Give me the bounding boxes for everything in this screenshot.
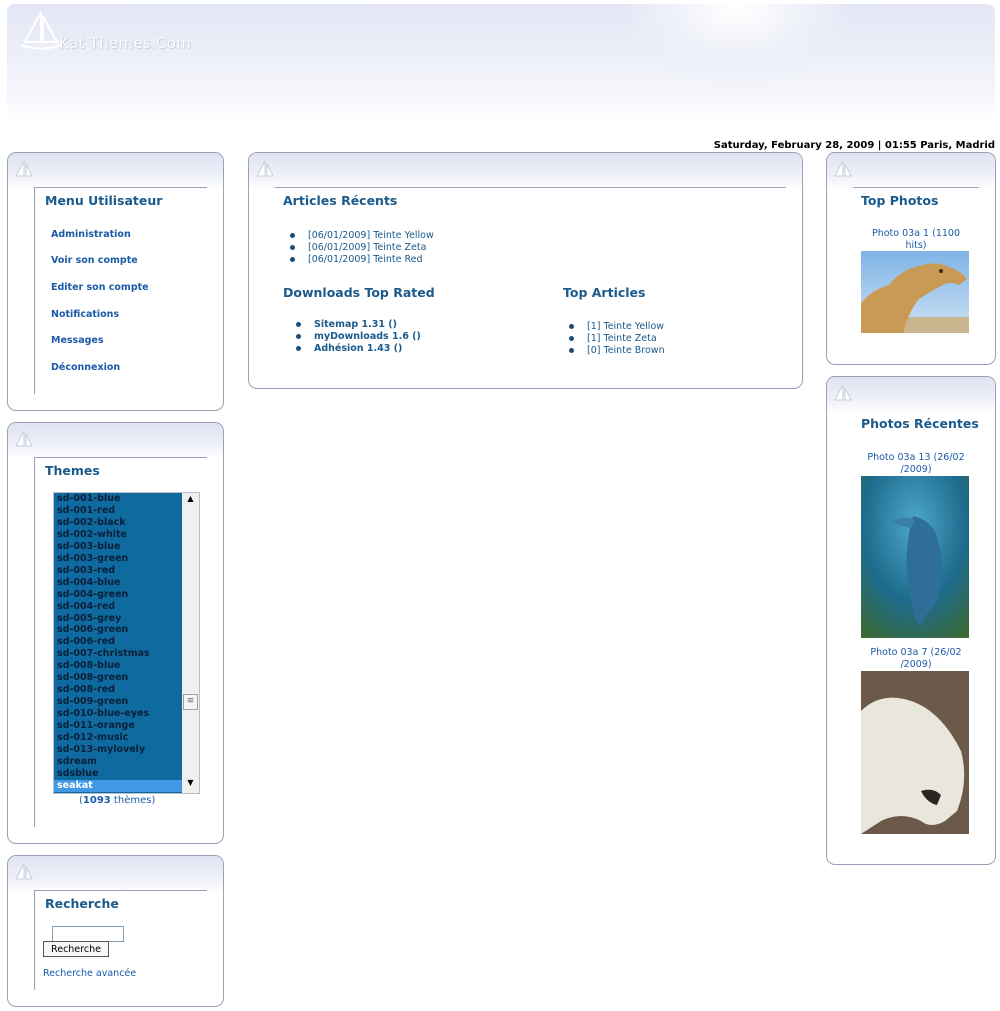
theme-option[interactable]: sd-004-green xyxy=(54,589,182,601)
sail-icon xyxy=(834,160,852,177)
theme-option[interactable]: sd-008-red xyxy=(54,684,182,696)
theme-option[interactable]: sd-004-blue xyxy=(54,577,182,589)
list-item[interactable]: [1] Teinte Zeta xyxy=(569,333,665,345)
camel-photo[interactable] xyxy=(861,251,969,333)
theme-option[interactable]: sdsblue xyxy=(54,768,182,780)
theme-option[interactable]: sd-010-blue-eyes xyxy=(54,708,182,720)
center-panel: Articles Récents [06/01/2009] Teinte Yel… xyxy=(248,152,803,389)
theme-option[interactable]: sd-006-red xyxy=(54,636,182,648)
list-item[interactable]: [1] Teinte Yellow xyxy=(569,321,665,333)
scroll-up-arrow-icon[interactable]: ▲ xyxy=(182,494,199,508)
theme-option[interactable]: sd-012-music xyxy=(54,732,182,744)
downloads-list: Sitemap 1.31 () myDownloads 1.6 () Adhés… xyxy=(296,319,421,355)
theme-option[interactable]: sd-011-orange xyxy=(54,720,182,732)
panel-inner: Articles Récents [06/01/2009] Teinte Yel… xyxy=(275,187,786,372)
sailboat-logo-icon[interactable] xyxy=(17,8,65,54)
list-item[interactable]: Adhésion 1.43 () xyxy=(296,343,421,355)
themes-count: (1093 thèmes) xyxy=(79,795,156,806)
theme-option[interactable]: sd-003-red xyxy=(54,565,182,577)
panel-inner: Top Photos Photo 03a 1 (1100 hits) xyxy=(853,187,979,348)
themes-panel: Themes sd-001-blue sd-001-red sd-002-black… xyxy=(7,422,224,844)
downloads-top-rated-title: Downloads Top Rated xyxy=(283,285,435,300)
date-time-bar: Saturday, February 28, 2009 | 01:55 Pari… xyxy=(713,140,995,151)
menu-item-voir-compte[interactable]: Voir son compte xyxy=(51,255,138,266)
sail-icon xyxy=(15,160,33,177)
themes-options-list[interactable]: sd-001-blue sd-001-red sd-002-black sd-002-… xyxy=(54,493,182,793)
theme-option[interactable]: sd-008-blue xyxy=(54,660,182,672)
logo-text[interactable]: Kat Themes.Com xyxy=(59,34,191,52)
panel-header xyxy=(827,377,995,413)
site-header: Kat Themes.Com xyxy=(7,4,995,122)
search-input[interactable] xyxy=(52,926,124,942)
theme-option[interactable]: sd-004-red xyxy=(54,601,182,613)
themes-select[interactable]: sd-001-blue sd-001-red sd-002-black sd-002-… xyxy=(53,492,200,794)
menu-item-messages[interactable]: Messages xyxy=(51,335,104,346)
list-item[interactable]: myDownloads 1.6 () xyxy=(296,331,421,343)
panel-inner: Photos Récentes Photo 03a 13 (26/02 /200… xyxy=(853,411,979,848)
photo-caption[interactable]: Photo 03a 1 (1100 hits) xyxy=(863,228,969,252)
theme-option[interactable]: sd-006-green xyxy=(54,624,182,636)
search-button[interactable]: Recherche xyxy=(43,941,109,957)
sail-icon xyxy=(15,863,33,880)
sail-icon xyxy=(834,384,852,401)
theme-option[interactable]: sd-008-green xyxy=(54,672,182,684)
panel-header xyxy=(8,856,223,892)
menu-item-notifications[interactable]: Notifications xyxy=(51,309,119,320)
theme-option[interactable]: sdream xyxy=(54,756,182,768)
list-item[interactable]: Sitemap 1.31 () xyxy=(296,319,421,331)
themes-count-number: 1093 xyxy=(82,795,111,806)
search-title: Recherche xyxy=(45,896,119,911)
panel-header xyxy=(249,153,802,189)
theme-option[interactable]: sd-003-green xyxy=(54,553,182,565)
sail-icon xyxy=(256,160,274,177)
theme-option[interactable]: sd-002-white xyxy=(54,529,182,541)
scroll-down-arrow-icon[interactable]: ▼ xyxy=(182,778,199,792)
search-panel: Recherche Recherche Recherche avancée xyxy=(7,855,224,1007)
recent-photos-panel: Photos Récentes Photo 03a 13 (26/02 /200… xyxy=(826,376,996,865)
list-item[interactable]: [0] Teinte Brown xyxy=(569,345,665,357)
themes-title: Themes xyxy=(45,463,100,478)
panel-inner: Menu Utilisateur Administration Voir son… xyxy=(34,187,207,394)
panel-inner: Themes sd-001-blue sd-001-red sd-002-black… xyxy=(34,457,207,827)
theme-option[interactable]: sd-007-christmas xyxy=(54,648,182,660)
top-articles-title: Top Articles xyxy=(563,285,646,300)
header-orb-decoration xyxy=(627,4,847,84)
top-photos-panel: Top Photos Photo 03a 1 (1100 hits) xyxy=(826,152,996,365)
user-menu-title: Menu Utilisateur xyxy=(45,193,163,208)
advanced-search-link[interactable]: Recherche avancée xyxy=(43,968,136,979)
theme-option[interactable]: sd-013-mylovely xyxy=(54,744,182,756)
recent-articles-list: [06/01/2009] Teinte Yellow [06/01/2009] … xyxy=(290,230,434,266)
panel-header xyxy=(827,153,995,189)
photo-caption[interactable]: Photo 03a 7 (26/02 /2009) xyxy=(863,647,969,671)
theme-option[interactable]: sd-005-grey xyxy=(54,613,182,625)
recent-photos-title: Photos Récentes xyxy=(861,416,979,431)
dolphin-photo[interactable] xyxy=(861,476,969,638)
list-item[interactable]: [06/01/2009] Teinte Red xyxy=(290,254,434,266)
menu-item-administration[interactable]: Administration xyxy=(51,229,131,240)
menu-item-deconnexion[interactable]: Déconnexion xyxy=(51,362,120,373)
theme-option[interactable]: sd-009-green xyxy=(54,696,182,708)
sail-icon xyxy=(15,430,33,447)
menu-item-editer-compte[interactable]: Editer son compte xyxy=(51,282,149,293)
top-articles-list: [1] Teinte Yellow [1] Teinte Zeta [0] Te… xyxy=(569,321,665,357)
recent-articles-title: Articles Récents xyxy=(283,193,398,208)
scroll-thumb[interactable]: ≡ xyxy=(183,694,198,710)
list-item[interactable]: [06/01/2009] Teinte Yellow xyxy=(290,230,434,242)
user-menu-panel: Menu Utilisateur Administration Voir son… xyxy=(7,152,224,411)
top-photos-title: Top Photos xyxy=(861,193,939,208)
panel-inner: Recherche Recherche Recherche avancée xyxy=(34,890,207,990)
list-item[interactable]: [06/01/2009] Teinte Zeta xyxy=(290,242,434,254)
theme-option[interactable]: sd-001-red xyxy=(54,505,182,517)
photo-caption[interactable]: Photo 03a 13 (26/02 /2009) xyxy=(863,452,969,476)
panel-header xyxy=(8,153,223,189)
polar-bear-photo[interactable] xyxy=(861,671,969,834)
themes-scrollbar[interactable]: ▲ ≡ ▼ xyxy=(182,493,199,793)
theme-option[interactable]: sd-003-blue xyxy=(54,541,182,553)
theme-option[interactable]: seakat xyxy=(54,779,182,792)
panel-header xyxy=(8,423,223,459)
theme-option[interactable]: sd-002-black xyxy=(54,517,182,529)
theme-option[interactable]: sd-001-blue xyxy=(54,493,182,505)
